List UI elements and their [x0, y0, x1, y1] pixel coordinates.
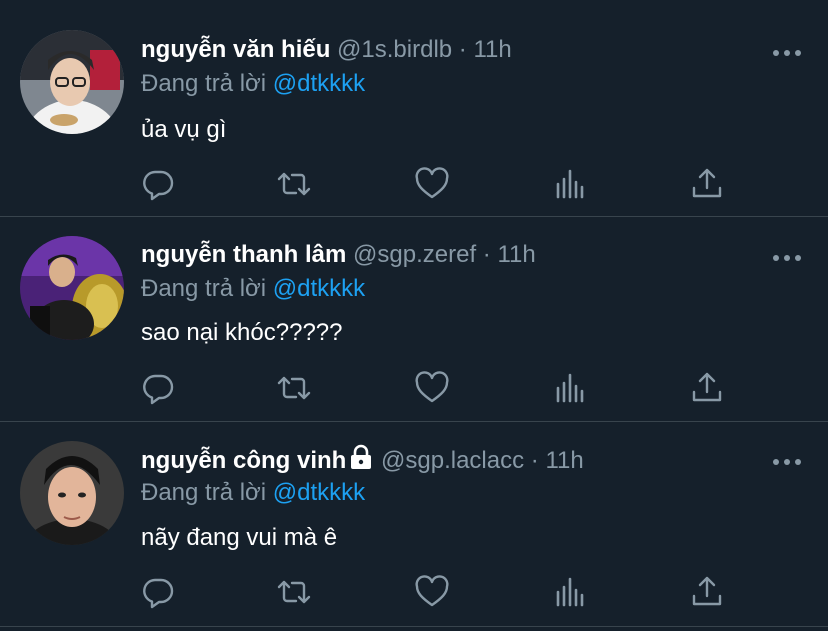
- avatar[interactable]: [20, 441, 124, 545]
- tweet-actions: [0, 370, 828, 410]
- tweet-actions: [0, 166, 828, 206]
- share-icon[interactable]: [689, 370, 725, 406]
- retweet-icon[interactable]: [276, 574, 312, 610]
- tweet-header: nguyễn văn hiếu @1s.birdlb · 11h: [141, 35, 512, 65]
- retweet-icon[interactable]: [276, 370, 312, 406]
- more-icon[interactable]: [772, 45, 802, 56]
- lock-icon: [348, 444, 374, 478]
- reply-icon[interactable]: [140, 574, 176, 610]
- avatar[interactable]: [20, 30, 124, 134]
- mention-link[interactable]: @dtkkkk: [273, 70, 365, 97]
- analytics-icon[interactable]: [552, 574, 588, 610]
- timestamp[interactable]: 11h: [545, 447, 583, 474]
- tweet-text: ủa vụ gì: [141, 116, 227, 143]
- like-icon[interactable]: [414, 370, 450, 406]
- mention-link[interactable]: @dtkkkk: [273, 479, 365, 506]
- display-name[interactable]: nguyễn văn hiếu: [141, 36, 330, 63]
- user-handle[interactable]: @sgp.laclacc: [381, 447, 524, 474]
- like-icon[interactable]: [414, 166, 450, 202]
- replying-to: Đang trả lời @dtkkkk: [141, 69, 365, 99]
- more-icon[interactable]: [772, 454, 802, 465]
- tweet[interactable]: nguyễn văn hiếu @1s.birdlb · 11h Đang tr…: [0, 0, 828, 217]
- analytics-icon[interactable]: [552, 370, 588, 406]
- replying-label: Đang trả lời: [141, 70, 267, 97]
- timestamp[interactable]: 11h: [473, 36, 511, 63]
- tweet-text: nãy đang vui mà ê: [141, 524, 338, 551]
- separator: ·: [530, 447, 539, 474]
- analytics-icon[interactable]: [552, 166, 588, 202]
- replying-to: Đang trả lời @dtkkkk: [141, 478, 365, 508]
- replying-label: Đang trả lời: [141, 275, 267, 302]
- user-handle[interactable]: @1s.birdlb: [337, 36, 452, 63]
- replying-label: Đang trả lời: [141, 479, 267, 506]
- tweet-header: nguyễn thanh lâm @sgp.zeref · 11h: [141, 240, 536, 270]
- separator: ·: [458, 36, 467, 63]
- reply-icon[interactable]: [140, 166, 176, 202]
- tweet-text: sao nại khóc?????: [141, 319, 343, 346]
- share-icon[interactable]: [689, 574, 725, 610]
- share-icon[interactable]: [689, 166, 725, 202]
- tweet-header: nguyễn công vinh @sgp.laclacc · 11h: [141, 444, 584, 478]
- reply-icon[interactable]: [140, 370, 176, 406]
- replying-to: Đang trả lời @dtkkkk: [141, 274, 365, 304]
- retweet-icon[interactable]: [276, 166, 312, 202]
- display-name[interactable]: nguyễn thanh lâm: [141, 241, 346, 268]
- display-name[interactable]: nguyễn công vinh: [141, 447, 346, 474]
- avatar[interactable]: [20, 236, 124, 340]
- tweet[interactable]: nguyễn công vinh @sgp.laclacc · 11h Đang…: [0, 422, 828, 627]
- like-icon[interactable]: [414, 574, 450, 610]
- timestamp[interactable]: 11h: [497, 241, 535, 268]
- separator: ·: [482, 241, 491, 268]
- more-icon[interactable]: [772, 250, 802, 261]
- mention-link[interactable]: @dtkkkk: [273, 275, 365, 302]
- user-handle[interactable]: @sgp.zeref: [353, 241, 476, 268]
- tweet[interactable]: nguyễn thanh lâm @sgp.zeref · 11h Đang t…: [0, 217, 828, 422]
- tweet-actions: [0, 574, 828, 614]
